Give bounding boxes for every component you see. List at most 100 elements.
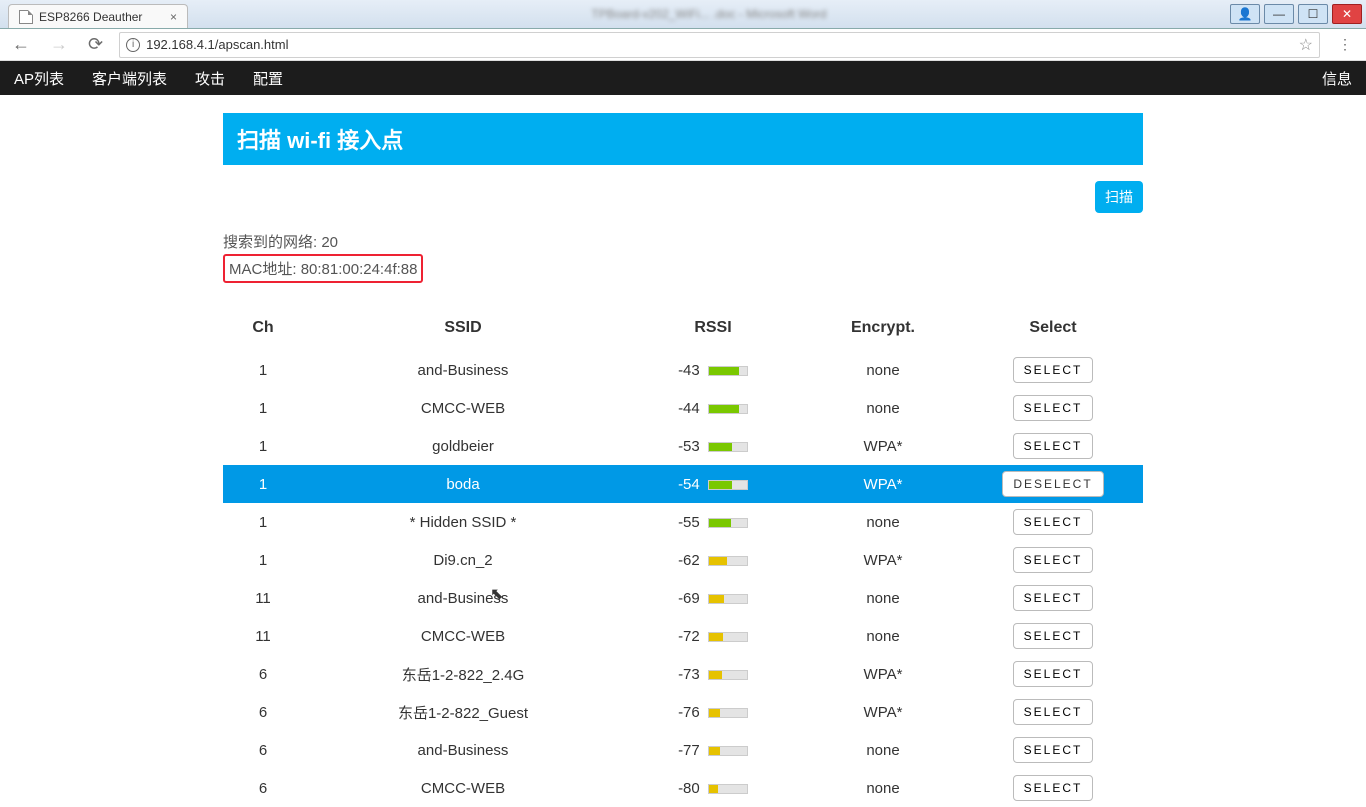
nav-ap-list[interactable]: AP列表	[0, 68, 78, 89]
cell-ch: 11	[223, 617, 303, 655]
cell-ch: 1	[223, 389, 303, 427]
rssi-bar	[708, 708, 748, 718]
table-row: 1and-Business-43 none SELECT	[223, 351, 1143, 389]
address-bar[interactable]: i 192.168.4.1/apscan.html ☆	[119, 32, 1320, 58]
table-row: 6东岳1-2-822_2.4G-73 WPA*SELECT	[223, 655, 1143, 693]
cell-rssi: -69	[623, 579, 803, 617]
cell-enc: WPA*	[803, 427, 963, 465]
cell-ssid: and-Business	[303, 731, 623, 769]
cell-enc: none	[803, 351, 963, 389]
cell-ssid: and-Business	[303, 351, 623, 389]
table-row: 11CMCC-WEB-72 noneSELECT	[223, 617, 1143, 655]
select-button[interactable]: SELECT	[1013, 395, 1094, 421]
scan-button[interactable]: 扫描	[1095, 181, 1143, 213]
window-maximize-button[interactable]: ☐	[1298, 4, 1328, 24]
select-button[interactable]: SELECT	[1013, 699, 1094, 725]
nav-client-list[interactable]: 客户端列表	[78, 68, 181, 89]
table-row: 1CMCC-WEB-44 none SELECT	[223, 389, 1143, 427]
rssi-bar	[708, 442, 748, 452]
cell-enc: none	[803, 503, 963, 541]
rssi-bar	[708, 366, 748, 376]
cell-rssi: -44	[623, 389, 803, 427]
user-icon[interactable]: 👤	[1230, 4, 1260, 24]
select-button[interactable]: SELECT	[1013, 357, 1094, 383]
mac-value: 80:81:00:24:4f:88	[301, 261, 418, 278]
select-button[interactable]: SELECT	[1013, 585, 1094, 611]
select-button[interactable]: SELECT	[1013, 509, 1094, 535]
select-button[interactable]: SELECT	[1013, 623, 1094, 649]
cell-rssi: -73	[623, 655, 803, 693]
cell-ssid: boda	[303, 465, 623, 503]
window-titlebar: ESP8266 Deauther × TPBoard-v202_WiFi... …	[0, 0, 1366, 29]
cell-rssi: -76	[623, 693, 803, 731]
cell-ssid: CMCC-WEB	[303, 769, 623, 807]
cell-rssi: -54	[623, 465, 803, 503]
rssi-bar	[708, 594, 748, 604]
cell-enc: WPA*	[803, 541, 963, 579]
cell-ch: 1	[223, 427, 303, 465]
ap-table: Ch SSID RSSI Encrypt. Select 1and-Busine…	[223, 313, 1143, 807]
th-rssi: RSSI	[623, 313, 803, 351]
cell-rssi: -43	[623, 351, 803, 389]
cell-rssi: -62	[623, 541, 803, 579]
cell-ch: 6	[223, 693, 303, 731]
select-button[interactable]: SELECT	[1013, 737, 1094, 763]
site-info-icon[interactable]: i	[126, 38, 140, 52]
th-ssid: SSID	[303, 313, 623, 351]
window-minimize-button[interactable]: —	[1264, 4, 1294, 24]
networks-found: 搜索到的网络: 20	[223, 231, 1143, 252]
page-icon	[19, 10, 33, 24]
cell-enc: none	[803, 389, 963, 427]
back-button[interactable]: ←	[8, 34, 34, 55]
cell-ssid: and-Business	[303, 579, 623, 617]
th-enc: Encrypt.	[803, 313, 963, 351]
select-button[interactable]: SELECT	[1013, 547, 1094, 573]
cell-ch: 11	[223, 579, 303, 617]
select-button[interactable]: SELECT	[1013, 661, 1094, 687]
bookmark-star-icon[interactable]: ☆	[1299, 35, 1313, 55]
tab-title: ESP8266 Deauther	[39, 10, 142, 24]
cell-rssi: -55	[623, 503, 803, 541]
cell-ch: 6	[223, 769, 303, 807]
cell-ch: 1	[223, 351, 303, 389]
browser-tab[interactable]: ESP8266 Deauther ×	[8, 4, 188, 28]
nav-info[interactable]: 信息	[1308, 68, 1366, 89]
nav-attack[interactable]: 攻击	[181, 68, 239, 89]
table-row: 6CMCC-WEB-80 noneSELECT	[223, 769, 1143, 807]
tab-close-icon[interactable]: ×	[170, 10, 177, 24]
cell-ch: 1	[223, 541, 303, 579]
rssi-bar	[708, 670, 748, 680]
table-row: 1goldbeier-53 WPA*SELECT	[223, 427, 1143, 465]
rssi-bar	[708, 632, 748, 642]
rssi-bar	[708, 556, 748, 566]
networks-found-count: 20	[321, 234, 338, 251]
mac-address-highlight: MAC地址: 80:81:00:24:4f:88	[223, 254, 423, 283]
cell-ssid: CMCC-WEB	[303, 389, 623, 427]
select-button[interactable]: SELECT	[1013, 433, 1094, 459]
window-close-button[interactable]: ✕	[1332, 4, 1362, 24]
cell-enc: WPA*	[803, 465, 963, 503]
forward-button: →	[46, 34, 72, 55]
table-row: 11and-Business-69 none SELECT	[223, 579, 1143, 617]
cell-enc: none	[803, 617, 963, 655]
app-nav: AP列表 客户端列表 攻击 配置 信息	[0, 61, 1366, 95]
cell-enc: none	[803, 579, 963, 617]
reload-button[interactable]: ⟳	[84, 34, 107, 55]
background-window-title: TPBoard-v202_WiFi... .doc - Microsoft Wo…	[188, 0, 1230, 28]
table-row: 6and-Business-77 noneSELECT	[223, 731, 1143, 769]
rssi-bar	[708, 518, 748, 528]
deselect-button[interactable]: DESELECT	[1002, 471, 1103, 497]
cell-ch: 6	[223, 731, 303, 769]
table-row: 6东岳1-2-822_Guest-76 WPA*SELECT	[223, 693, 1143, 731]
browser-toolbar: ← → ⟳ i 192.168.4.1/apscan.html ☆ ⋮	[0, 29, 1366, 61]
browser-menu-icon[interactable]: ⋮	[1332, 36, 1358, 53]
table-row: 1* Hidden SSID *-55 noneSELECT	[223, 503, 1143, 541]
nav-config[interactable]: 配置	[239, 68, 297, 89]
rssi-bar	[708, 404, 748, 414]
cell-ch: 6	[223, 655, 303, 693]
url-text: 192.168.4.1/apscan.html	[146, 37, 288, 52]
cell-enc: WPA*	[803, 693, 963, 731]
th-ch: Ch	[223, 313, 303, 351]
th-sel: Select	[963, 313, 1143, 351]
select-button[interactable]: SELECT	[1013, 775, 1094, 801]
